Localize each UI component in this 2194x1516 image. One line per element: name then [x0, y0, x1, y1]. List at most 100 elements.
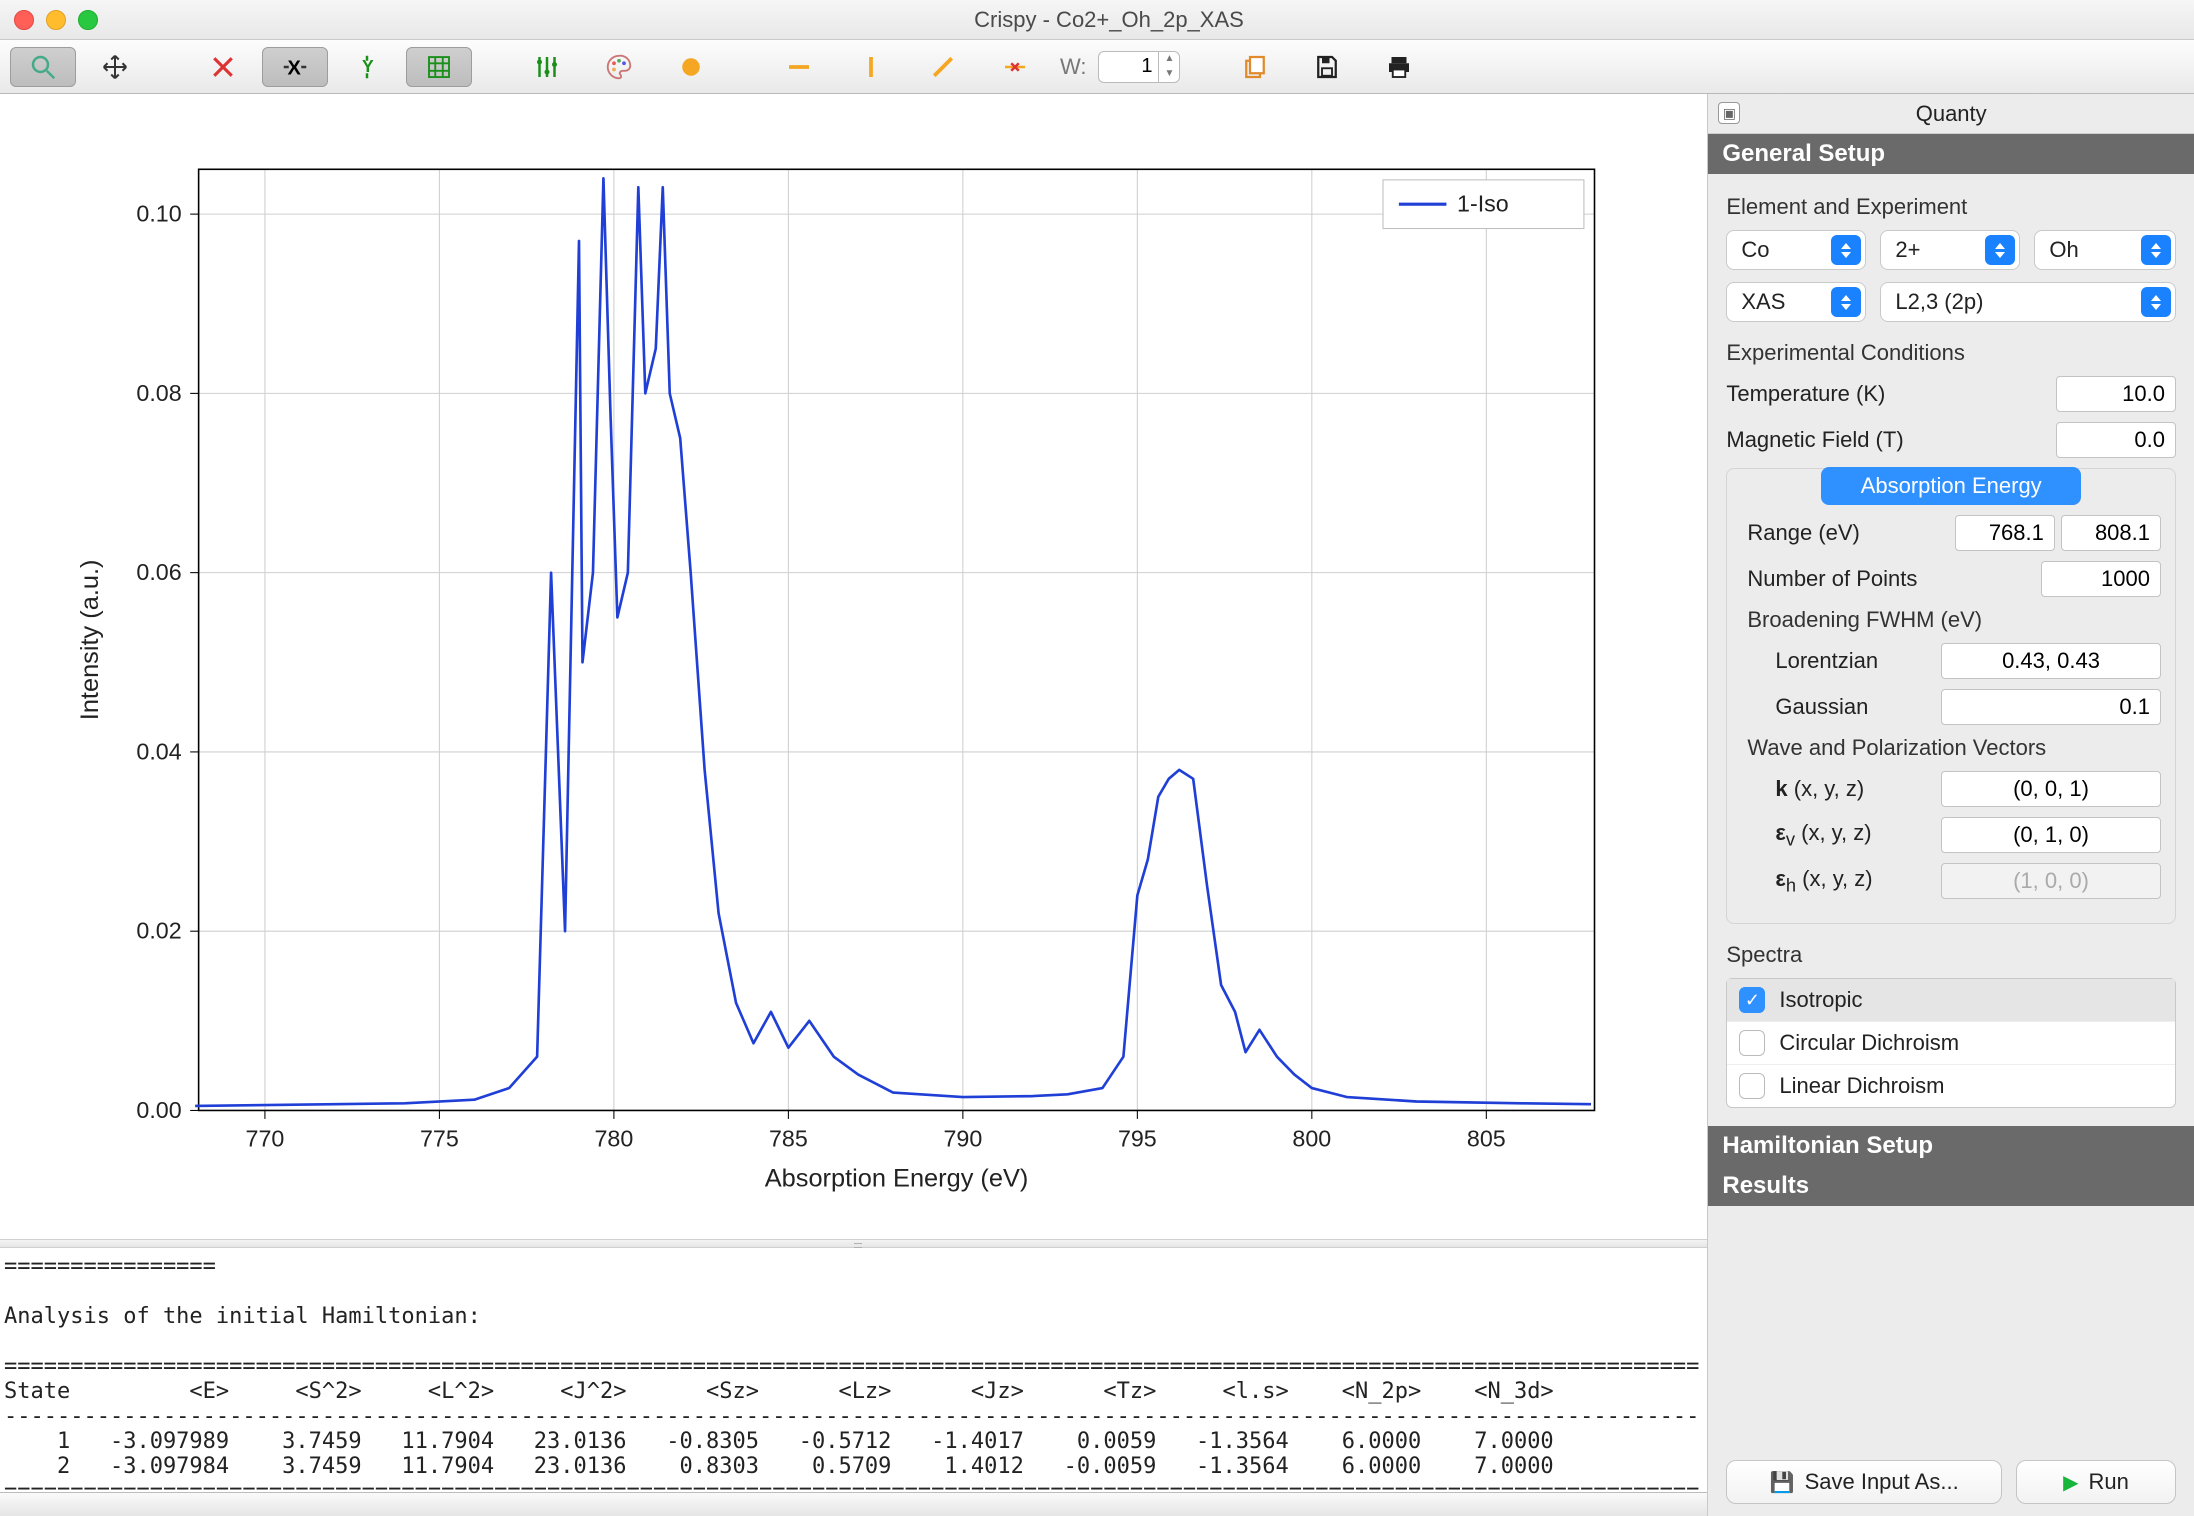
svg-text:775: 775: [420, 1125, 459, 1151]
temperature-label: Temperature (K): [1726, 381, 2046, 407]
k-label: k (x, y, z): [1775, 776, 1931, 802]
range-max-input[interactable]: [2061, 515, 2161, 551]
panel-tab-bar: ▣ Quanty: [1708, 94, 2194, 134]
lorentzian-input[interactable]: [1941, 643, 2161, 679]
delete-button[interactable]: [190, 47, 256, 87]
svg-text:X: X: [288, 57, 302, 79]
broadening-label: Broadening FWHM (eV): [1747, 607, 2161, 633]
right-panel: ▣ Quanty General Setup Element and Exper…: [1707, 94, 2194, 1516]
range-min-input[interactable]: [1955, 515, 2055, 551]
play-icon: ▶: [2063, 1470, 2078, 1495]
close-icon[interactable]: [14, 10, 34, 30]
pan-button[interactable]: [82, 47, 148, 87]
element-experiment-label: Element and Experiment: [1726, 194, 2176, 220]
magfield-input[interactable]: [2056, 422, 2176, 458]
width-label: W:: [1060, 54, 1086, 80]
eh-label: εh (x, y, z): [1775, 866, 1931, 896]
svg-text:785: 785: [769, 1125, 808, 1151]
spectra-item-circular[interactable]: Circular Dichroism: [1727, 1022, 2175, 1065]
width-spinner[interactable]: ▲▼: [1098, 51, 1180, 83]
print-button[interactable]: [1366, 47, 1432, 87]
console-output[interactable]: ================ Analysis of the initial…: [0, 1248, 1707, 1492]
experimental-conditions-label: Experimental Conditions: [1726, 340, 2176, 366]
svg-text:Y: Y: [362, 56, 374, 76]
svg-text:0.04: 0.04: [136, 738, 181, 764]
npoints-input[interactable]: [2041, 561, 2161, 597]
spectra-label: Spectra: [1726, 942, 2176, 968]
hline-button[interactable]: [766, 47, 832, 87]
magfield-label: Magnetic Field (T): [1726, 427, 2046, 453]
save-input-button[interactable]: 💾Save Input As...: [1726, 1460, 2002, 1504]
range-label: Range (eV): [1747, 520, 1945, 546]
sliders-button[interactable]: [514, 47, 580, 87]
eh-input: [1941, 863, 2161, 899]
chevron-updown-icon: [1831, 235, 1861, 265]
svg-text:Intensity (a.u.): Intensity (a.u.): [76, 560, 104, 721]
technique-select[interactable]: XAS: [1726, 282, 1866, 322]
dline-button[interactable]: [910, 47, 976, 87]
plot-area[interactable]: 7707757807857907958008050.000.020.040.06…: [0, 94, 1707, 1239]
temperature-input[interactable]: [2056, 376, 2176, 412]
chevron-updown-icon: [2141, 235, 2171, 265]
chevron-updown-icon: [1831, 287, 1861, 317]
y-axis-button[interactable]: Y: [334, 47, 400, 87]
svg-text:0.08: 0.08: [136, 380, 181, 406]
spectrum-plot[interactable]: 7707757807857907958008050.000.020.040.06…: [40, 124, 1647, 1219]
lorentzian-label: Lorentzian: [1775, 648, 1931, 674]
svg-text:0.06: 0.06: [136, 559, 181, 585]
left-pane: 7707757807857907958008050.000.020.040.06…: [0, 94, 1707, 1516]
svg-text:800: 800: [1292, 1125, 1331, 1151]
save-button[interactable]: [1294, 47, 1360, 87]
gaussian-input[interactable]: [1941, 689, 2161, 725]
svg-text:1-Iso: 1-Iso: [1457, 191, 1509, 217]
general-setup-header[interactable]: General Setup: [1708, 134, 2194, 174]
status-bar: [0, 1492, 1707, 1516]
ev-input[interactable]: [1941, 817, 2161, 853]
panel-tab-icon[interactable]: ▣: [1718, 102, 1740, 124]
checkbox-icon[interactable]: ✓: [1739, 987, 1765, 1013]
x-axis-button[interactable]: X: [262, 47, 328, 87]
absorption-energy-tab[interactable]: Absorption Energy: [1821, 467, 2081, 505]
gaussian-label: Gaussian: [1775, 694, 1931, 720]
width-stepper[interactable]: ▲▼: [1158, 51, 1180, 83]
palette-button[interactable]: [586, 47, 652, 87]
save-icon: 💾: [1770, 1470, 1795, 1495]
svg-text:790: 790: [943, 1125, 982, 1151]
results-header[interactable]: Results: [1708, 1166, 2194, 1206]
svg-text:770: 770: [246, 1125, 285, 1151]
charge-select[interactable]: 2+: [1880, 230, 2020, 270]
symmetry-select[interactable]: Oh: [2034, 230, 2176, 270]
grid-button[interactable]: [406, 47, 472, 87]
window-title: Crispy - Co2+_Oh_2p_XAS: [38, 7, 2180, 33]
copy-button[interactable]: [1222, 47, 1288, 87]
k-input[interactable]: [1941, 771, 2161, 807]
svg-text:0.02: 0.02: [136, 918, 181, 944]
circle-marker-button[interactable]: [658, 47, 724, 87]
spectra-item-linear[interactable]: Linear Dichroism: [1727, 1065, 2175, 1107]
zoom-button[interactable]: [10, 47, 76, 87]
checkbox-icon[interactable]: [1739, 1073, 1765, 1099]
svg-text:Absorption Energy (eV): Absorption Energy (eV): [765, 1165, 1029, 1193]
titlebar: Crispy - Co2+_Oh_2p_XAS: [0, 0, 2194, 40]
svg-text:795: 795: [1118, 1125, 1157, 1151]
wavepol-label: Wave and Polarization Vectors: [1747, 735, 2161, 761]
element-select[interactable]: Co: [1726, 230, 1866, 270]
edge-select[interactable]: L2,3 (2p): [1880, 282, 2176, 322]
remove-marker-button[interactable]: [982, 47, 1048, 87]
run-button[interactable]: ▶Run: [2016, 1460, 2176, 1504]
svg-text:805: 805: [1467, 1125, 1506, 1151]
ev-label: εv (x, y, z): [1775, 820, 1931, 850]
splitter[interactable]: [0, 1239, 1707, 1247]
svg-text:0.10: 0.10: [136, 201, 181, 227]
width-input[interactable]: [1098, 51, 1158, 83]
chevron-updown-icon: [2141, 287, 2171, 317]
plot-toolbar: X Y W: ▲▼: [0, 40, 2194, 94]
panel-tab-title[interactable]: Quanty: [1916, 101, 1987, 127]
vline-button[interactable]: [838, 47, 904, 87]
npoints-label: Number of Points: [1747, 566, 2031, 592]
spectra-item-isotropic[interactable]: ✓Isotropic: [1727, 979, 2175, 1022]
chevron-updown-icon: [1985, 235, 2015, 265]
checkbox-icon[interactable]: [1739, 1030, 1765, 1056]
spectra-list: ✓Isotropic Circular Dichroism Linear Dic…: [1726, 978, 2176, 1108]
hamiltonian-setup-header[interactable]: Hamiltonian Setup: [1708, 1126, 2194, 1166]
